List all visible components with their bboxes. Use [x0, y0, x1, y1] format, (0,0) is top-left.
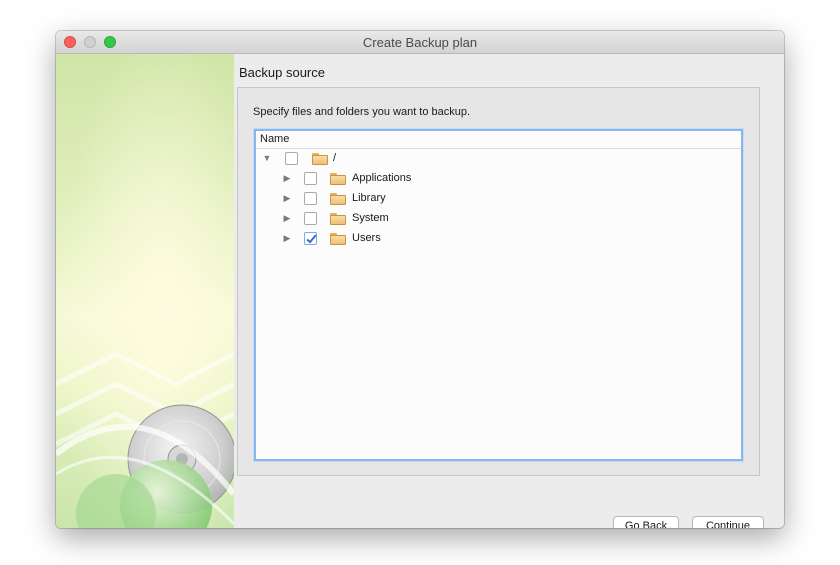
tree-item-label: Library [352, 192, 386, 204]
go-back-button[interactable]: Go Back [613, 516, 679, 528]
collapsed-arrow-icon[interactable]: ▶ [282, 213, 292, 224]
tree-item-label: Applications [352, 172, 412, 184]
sidebar-illustration [56, 54, 234, 528]
users-checkbox[interactable] [304, 232, 317, 245]
root-checkbox[interactable] [285, 152, 298, 165]
tree-row-library[interactable]: ▶ Library [256, 190, 741, 210]
column-header-label: Name [260, 133, 290, 145]
tree-item-label: Users [352, 232, 381, 244]
file-tree[interactable]: Name ▼ / ▶ Applications ▶ Library ▶ Syst… [254, 129, 743, 461]
tree-item-label: System [352, 212, 389, 224]
applications-checkbox[interactable] [304, 172, 317, 185]
tree-row-root[interactable]: ▼ / [256, 150, 741, 170]
column-header-name[interactable]: Name [256, 131, 741, 149]
backup-plan-window: Create Backup plan Backup source Specify… [56, 31, 784, 528]
disc-illustration [56, 54, 234, 528]
title-bar: Create Backup plan [56, 31, 784, 54]
content-pane: Backup source Specify files and folders … [234, 54, 784, 528]
window-title: Create Backup plan [362, 35, 478, 50]
collapsed-arrow-icon[interactable]: ▶ [282, 233, 292, 244]
tree-row-users[interactable]: ▶ Users [256, 230, 741, 250]
folder-icon [330, 233, 346, 245]
library-checkbox[interactable] [304, 192, 317, 205]
folder-icon [330, 173, 346, 185]
tree-row-applications[interactable]: ▶ Applications [256, 170, 741, 190]
continue-button[interactable]: Continue [692, 516, 764, 528]
collapsed-arrow-icon[interactable]: ▶ [282, 173, 292, 184]
system-checkbox[interactable] [304, 212, 317, 225]
folder-icon [330, 193, 346, 205]
expanded-arrow-icon[interactable]: ▼ [262, 153, 272, 163]
collapsed-arrow-icon[interactable]: ▶ [282, 193, 292, 204]
section-title: Backup source [239, 65, 325, 80]
folder-icon [330, 213, 346, 225]
tree-item-label: / [333, 152, 337, 164]
instruction-text: Specify files and folders you want to ba… [253, 106, 471, 118]
folder-icon [312, 153, 328, 165]
tree-row-system[interactable]: ▶ System [256, 210, 741, 230]
